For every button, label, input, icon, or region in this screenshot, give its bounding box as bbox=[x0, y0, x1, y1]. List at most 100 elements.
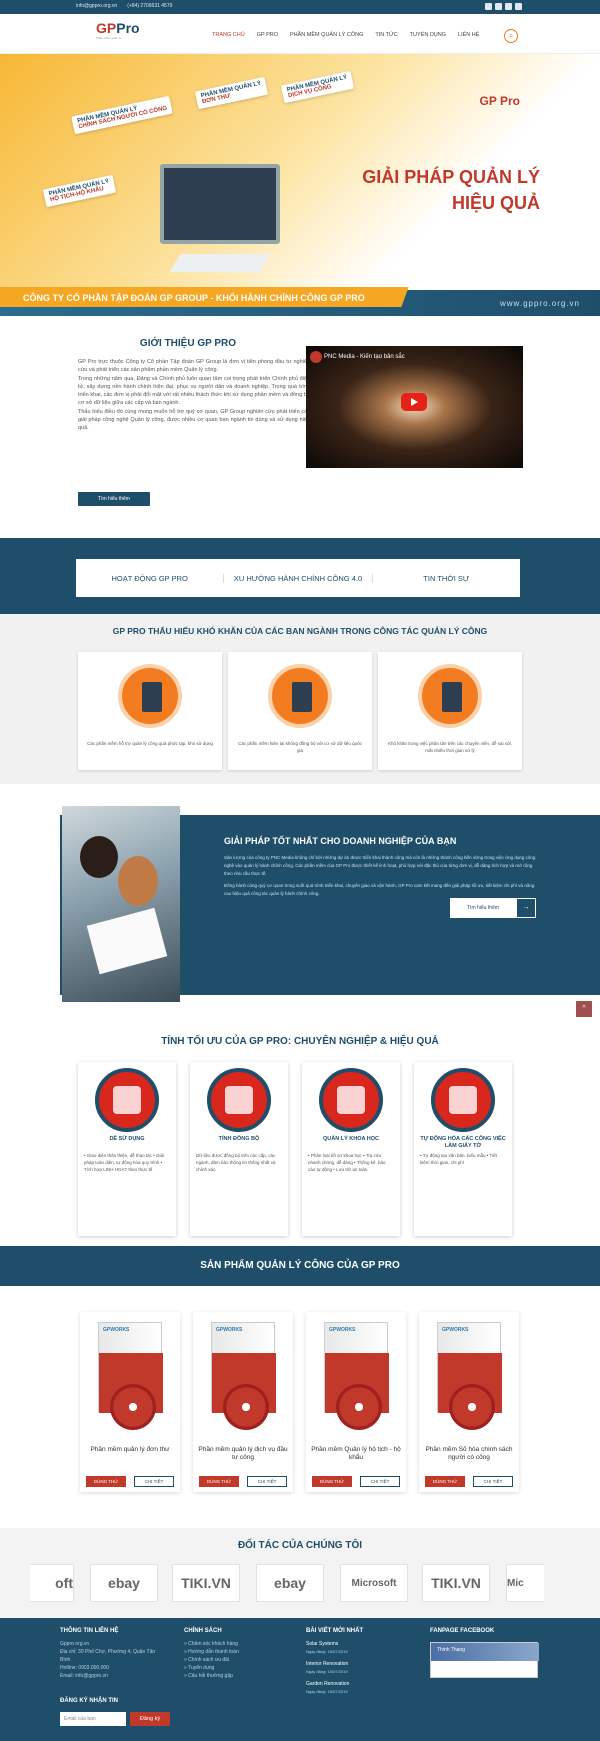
arrow-right-icon[interactable]: → bbox=[516, 898, 536, 918]
detail-button[interactable]: CHI TIẾT bbox=[360, 1476, 400, 1487]
news-link[interactable]: Interior Renovation bbox=[306, 1660, 416, 1668]
partner-logo[interactable]: TIKI.VN bbox=[172, 1564, 240, 1602]
nav-gppro[interactable]: GP PRO bbox=[257, 32, 278, 38]
optimal-section: TÍNH TỐI ƯU CỦA GP PRO: CHUYÊN NGHIỆP & … bbox=[0, 1020, 600, 1246]
feature-title: TỰ ĐỘNG HÓA CÁC CÔNG VIỆC LÀM GIẤY TỜ bbox=[420, 1136, 506, 1149]
newsletter-email-input[interactable]: Email của bạn bbox=[60, 1712, 126, 1726]
footer-link[interactable]: » Chính sách ưu đãi bbox=[184, 1656, 284, 1664]
logo-tagline: Phần mềm quản lý bbox=[96, 36, 122, 40]
monitor-illustration bbox=[160, 164, 280, 244]
news-date: Ngày đăng: 15/07/2019 bbox=[306, 1689, 348, 1694]
partner-logo[interactable]: ebay bbox=[90, 1564, 158, 1602]
video-player[interactable]: PNC Media - Kiến tạo bản sắc bbox=[306, 346, 523, 468]
learn-more-button[interactable]: Tìm hiểu thêm bbox=[78, 492, 150, 506]
intro-text: GP Pro trực thuộc Công ty Cổ phần Tập đo… bbox=[78, 359, 310, 431]
phone-settings-icon bbox=[418, 664, 482, 728]
partner-logo[interactable]: Mic bbox=[506, 1564, 544, 1602]
feature-text: • Phân loại hồ sơ khoa học • Tra cứu nha… bbox=[308, 1153, 386, 1172]
mail-icon[interactable] bbox=[515, 3, 522, 10]
partners-section: ĐỐI TÁC CỦA CHÚNG TÔI oft ebay TIKI.VN e… bbox=[0, 1528, 600, 1618]
facebook-widget[interactable]: Thinh Thang bbox=[430, 1642, 539, 1678]
product-name[interactable]: Phần mềm quản lý đơn thư bbox=[84, 1446, 176, 1454]
phone-text[interactable]: (+84) 2706631 4579 bbox=[127, 3, 172, 9]
intro-title: GIỚI THIỆU GP PRO bbox=[139, 338, 237, 349]
logo[interactable]: GPPro Phần mềm quản lý bbox=[96, 20, 140, 40]
nav-contact[interactable]: LIÊN HỆ bbox=[458, 32, 479, 38]
product-name[interactable]: Phần mềm Số hóa chính sách người có công bbox=[423, 1446, 515, 1462]
solution-more-button[interactable]: Tìm hiểu thêm → bbox=[450, 898, 536, 918]
nav-careers[interactable]: TUYỂN DỤNG bbox=[410, 32, 446, 38]
person-shape bbox=[80, 836, 118, 878]
gears-icon bbox=[207, 1068, 271, 1132]
footer-line: Địa chỉ: 30 Phố Chợ, Phường 4, Quận Tân … bbox=[60, 1649, 156, 1663]
difficulty-card: Khó khăn trong việc phân tán trên các ch… bbox=[378, 652, 522, 770]
footer-news: BÀI VIẾT MỚI NHẤT Solar Systems Ngày đăn… bbox=[306, 1628, 416, 1696]
newsletter-title: ĐĂNG KÝ NHẬN TIN bbox=[60, 1698, 118, 1704]
product-card: GPWORKS Phần mềm Quản lý hộ tịch - hộ kh… bbox=[306, 1312, 406, 1492]
solution-title: GIẢI PHÁP TỐT NHẤT CHO DOANH NGHIỆP CỦA … bbox=[224, 836, 457, 846]
footer-link[interactable]: » Câu hỏi thường gặp bbox=[184, 1672, 284, 1680]
newsletter-subscribe-button[interactable]: Đăng ký bbox=[130, 1712, 170, 1726]
product-disc-image bbox=[449, 1384, 495, 1430]
feature-card: QUẢN LÝ KHOA HỌC • Phân loại hồ sơ khoa … bbox=[302, 1062, 400, 1236]
scroll-top-icon[interactable]: ^ bbox=[576, 1001, 592, 1017]
top-bar: info@gppro.org.vn (+84) 2706631 4579 bbox=[0, 0, 600, 14]
partner-logo[interactable]: Microsoft bbox=[340, 1564, 408, 1602]
solution-text: Sản lượng của công ty PNC Media không ch… bbox=[224, 855, 536, 896]
try-button[interactable]: DÙNG THỬ bbox=[86, 1476, 126, 1487]
product-card: GPWORKS Phần mềm quản lý dịch vụ đầu tư … bbox=[193, 1312, 293, 1492]
difficulty-card: Các phần mềm hỗ trợ quản lý công quá phứ… bbox=[78, 652, 222, 770]
footer-contact: THÔNG TIN LIÊN HỆ Gppro.org.vn Địa chỉ: … bbox=[60, 1628, 160, 1680]
news-link[interactable]: Solar Systems bbox=[306, 1640, 416, 1648]
try-button[interactable]: DÙNG THỬ bbox=[312, 1476, 352, 1487]
phone-settings-icon bbox=[268, 664, 332, 728]
nav-software[interactable]: PHẦN MỀM QUẢN LÝ CÔNG bbox=[290, 32, 363, 38]
facebook-page-name[interactable]: Thinh Thang bbox=[437, 1647, 465, 1653]
play-icon[interactable] bbox=[401, 393, 427, 411]
difficulty-text: Các phần mềm hỗ trợ quản lý công quá phứ… bbox=[87, 741, 213, 746]
difficulty-text: Các phần mềm hiện tại không đồng bộ với … bbox=[238, 741, 362, 753]
product-name[interactable]: Phần mềm quản lý dịch vụ đầu tư công bbox=[197, 1446, 289, 1462]
news-link[interactable]: Garden Renovation bbox=[306, 1680, 416, 1688]
feature-card: TỰ ĐỘNG HÓA CÁC CÔNG VIỆC LÀM GIẤY TỜ • … bbox=[414, 1062, 512, 1236]
news-date: Ngày đăng: 15/07/2019 bbox=[306, 1649, 348, 1654]
search-icon[interactable]: ⌕ bbox=[504, 29, 518, 43]
users-icon bbox=[95, 1068, 159, 1132]
facebook-icon[interactable] bbox=[485, 3, 492, 10]
product-name[interactable]: Phần mềm Quản lý hộ tịch - hộ khẩu bbox=[310, 1446, 402, 1462]
twitter-icon[interactable] bbox=[505, 3, 512, 10]
nav-home[interactable]: TRANG CHỦ bbox=[212, 32, 245, 38]
hero-logo: GP Pro bbox=[479, 94, 520, 108]
footer-link[interactable]: » Tuyển dụng bbox=[184, 1664, 284, 1672]
difficulty-text: Khó khăn trong việc phân tán trên các ch… bbox=[387, 741, 513, 753]
news-date: Ngày đăng: 15/07/2019 bbox=[306, 1669, 348, 1674]
contact-info: info@gppro.org.vn (+84) 2706631 4579 bbox=[76, 3, 172, 9]
person-shape bbox=[118, 856, 158, 906]
business-photo bbox=[62, 806, 180, 1002]
tab-activities[interactable]: HOẠT ĐỘNG GP PRO bbox=[76, 573, 225, 583]
partner-logo[interactable]: ebay bbox=[256, 1564, 324, 1602]
tab-list: HOẠT ĐỘNG GP PRO XU HƯỚNG HÀNH CHÍNH CÔN… bbox=[76, 559, 520, 597]
products-title: SẢN PHẨM QUẢN LÝ CÔNG CỦA GP PRO bbox=[200, 1260, 400, 1271]
nav-news[interactable]: TIN TỨC bbox=[375, 32, 397, 38]
feature-title: DỄ SỬ DỤNG bbox=[109, 1136, 145, 1142]
main-nav: TRANG CHỦ GP PRO PHẦN MỀM QUẢN LÝ CÔNG T… bbox=[212, 32, 479, 38]
detail-button[interactable]: CHI TIẾT bbox=[247, 1476, 287, 1487]
footer-link[interactable]: » Chăm sóc khách hàng bbox=[184, 1640, 284, 1648]
partner-logo[interactable]: TIKI.VN bbox=[422, 1564, 490, 1602]
detail-button[interactable]: CHI TIẾT bbox=[473, 1476, 513, 1487]
optimal-title: TÍNH TỐI ƯU CỦA GP PRO: CHUYÊN NGHIỆP & … bbox=[161, 1036, 439, 1047]
detail-button[interactable]: CHI TIẾT bbox=[134, 1476, 174, 1487]
try-button[interactable]: DÙNG THỬ bbox=[199, 1476, 239, 1487]
tab-news[interactable]: TIN THỜI SỰ bbox=[373, 574, 520, 583]
feature-text: • Tự động tạo văn bản, biểu mẫu • Tiết k… bbox=[420, 1153, 497, 1165]
feature-card: TÍNH ĐỒNG BỘ Dữ liệu được đồng bộ trên c… bbox=[190, 1062, 288, 1236]
footer-link[interactable]: » Hướng dẫn thanh toán bbox=[184, 1648, 284, 1656]
more-label[interactable]: Tìm hiểu thêm bbox=[450, 898, 516, 918]
email-text[interactable]: info@gppro.org.vn bbox=[76, 3, 117, 9]
paper-automation-icon bbox=[431, 1068, 495, 1132]
instagram-icon[interactable] bbox=[495, 3, 502, 10]
try-button[interactable]: DÙNG THỬ bbox=[425, 1476, 465, 1487]
tab-trends[interactable]: XU HƯỚNG HÀNH CHÍNH CÔNG 4.0 bbox=[224, 573, 373, 583]
partner-logo[interactable]: oft bbox=[30, 1564, 74, 1602]
